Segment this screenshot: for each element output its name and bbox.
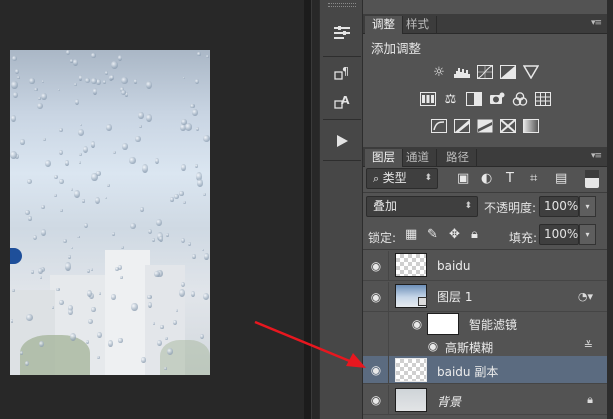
adjustments-title: 添加调整: [371, 41, 422, 56]
lock-label: 锁定:: [368, 231, 397, 245]
layer-lock-icon: 🔒︎: [587, 393, 593, 406]
filter-type-icon[interactable]: T: [506, 171, 514, 186]
filter-kind-label: 类型: [382, 171, 407, 185]
layer-name[interactable]: 图层 1: [437, 288, 472, 305]
canvas-workspace: [0, 0, 304, 419]
lock-position-icon[interactable]: ✥: [449, 227, 460, 242]
blend-mode-value: 叠加: [373, 199, 398, 213]
hue-saturation-icon[interactable]: [419, 90, 437, 108]
brightness-icon[interactable]: ☼: [430, 63, 448, 81]
tab-paths[interactable]: 路径: [439, 149, 477, 167]
smart-filters-row[interactable]: ◉ 智能滤镜: [363, 312, 607, 336]
svg-text:A: A: [341, 94, 350, 107]
opacity-input[interactable]: 100%: [539, 196, 579, 217]
document-canvas[interactable]: [10, 50, 210, 375]
channel-mixer-icon[interactable]: [511, 90, 529, 108]
layer-filter-select[interactable]: ⌕ 类型 ⬍: [366, 168, 438, 189]
svg-text:¶: ¶: [342, 65, 349, 78]
visibility-eye-icon[interactable]: ◉: [409, 317, 425, 331]
lock-pixels-icon[interactable]: ✎: [427, 227, 438, 242]
color-balance-icon[interactable]: ⚖: [442, 90, 460, 108]
adjustments-tabbar: 调整 样式 ▾≡: [363, 14, 607, 34]
curves-icon[interactable]: [476, 63, 494, 81]
photo-filter-icon[interactable]: [488, 90, 506, 108]
adjustment-row-1: ☼: [363, 63, 607, 81]
filter-toggle-switch[interactable]: [585, 170, 599, 188]
tab-layers[interactable]: 图层: [365, 149, 403, 167]
visibility-eye-icon[interactable]: ◉: [368, 290, 384, 304]
opacity-label: 不透明度:: [484, 201, 537, 215]
layer-row-baidu-copy[interactable]: ◉ baidu 副本: [363, 356, 607, 384]
layer-thumbnail: [395, 358, 427, 382]
select-arrow-icon: ⬍: [464, 201, 472, 211]
layer-name[interactable]: baidu: [437, 259, 471, 273]
layer-name[interactable]: baidu 副本: [437, 363, 498, 380]
paragraph-icon[interactable]: ¶: [327, 63, 357, 85]
exposure-icon[interactable]: [499, 63, 517, 81]
filter-adjustment-icon[interactable]: ◐: [481, 171, 492, 186]
character-icon[interactable]: A: [327, 91, 357, 113]
adjustment-row-3: [363, 117, 607, 135]
filter-smart-object-icon[interactable]: ▤: [555, 171, 567, 186]
invert-icon[interactable]: [430, 117, 448, 135]
selective-color-icon[interactable]: [499, 117, 517, 135]
layer-thumbnail: [395, 253, 427, 277]
layer-row-baidu[interactable]: ◉ baidu: [363, 251, 607, 281]
layer-row-background[interactable]: ◉ 背景 🔒︎: [363, 385, 607, 415]
smart-object-badge-icon: [418, 297, 427, 306]
lock-transparent-icon[interactable]: ▦: [405, 227, 417, 242]
visibility-eye-icon[interactable]: ◉: [425, 339, 441, 353]
layer-name[interactable]: 高斯模糊: [445, 339, 493, 356]
smart-filter-indicator-icon[interactable]: ◔▾: [578, 290, 593, 303]
layer-row-layer1[interactable]: ◉ 图层 1 ◔▾: [363, 282, 607, 312]
vibrance-icon[interactable]: [522, 63, 540, 81]
black-white-icon[interactable]: [465, 90, 483, 108]
gradient-map-icon[interactable]: [522, 117, 540, 135]
blend-mode-select[interactable]: 叠加 ⬍: [366, 196, 478, 217]
opacity-dropdown-button[interactable]: ▾: [579, 196, 596, 217]
collapsed-panel-strip: ¶ A: [319, 0, 363, 419]
filter-pixel-icon[interactable]: ▣: [457, 171, 469, 186]
blending-options-icon[interactable]: ≚: [584, 339, 593, 352]
tab-styles[interactable]: 样式: [399, 16, 437, 34]
tab-adjustments[interactable]: 调整: [365, 16, 403, 34]
color-lookup-icon[interactable]: [534, 90, 552, 108]
window-edge: [607, 0, 613, 419]
layer-thumbnail: [395, 388, 427, 412]
visibility-eye-icon[interactable]: ◉: [368, 393, 384, 407]
fill-input[interactable]: 100%: [539, 224, 579, 245]
play-action-icon[interactable]: [327, 130, 357, 152]
visibility-eye-icon[interactable]: ◉: [368, 363, 384, 377]
fill-dropdown-button[interactable]: ▾: [579, 224, 596, 245]
panel-grip[interactable]: [328, 3, 356, 7]
layer-name[interactable]: 背景: [437, 393, 461, 410]
gaussian-blur-row[interactable]: ◉ 高斯模糊 ≚: [363, 336, 607, 356]
filter-search-icon: ⌕: [373, 172, 383, 185]
fill-label: 填充:: [509, 231, 538, 245]
visibility-eye-icon[interactable]: ◉: [368, 259, 384, 273]
tab-channels[interactable]: 通道: [399, 149, 437, 167]
layer-name[interactable]: 智能滤镜: [469, 316, 517, 333]
filter-shape-icon[interactable]: ⌗: [530, 171, 537, 186]
layers-panel-menu-icon[interactable]: ▾≡: [591, 151, 602, 161]
panel-menu-icon[interactable]: ▾≡: [591, 18, 602, 28]
layers-tabbar: 图层 通道 路径 ▾≡: [363, 147, 607, 167]
filter-mask-thumbnail: [427, 313, 459, 335]
panel-divider[interactable]: [304, 0, 312, 419]
right-panels: 调整 样式 ▾≡ 添加调整 ☼ ⚖ 图层 通道 路径 ▾≡ ⌕ 类型 ⬍ ▣ ◐…: [363, 0, 607, 419]
select-arrow-icon: ⬍: [424, 173, 432, 183]
adjustment-row-2: ⚖: [363, 90, 607, 108]
properties-icon[interactable]: [327, 22, 357, 44]
levels-icon[interactable]: [453, 63, 471, 81]
posterize-icon[interactable]: [453, 117, 471, 135]
lock-all-icon[interactable]: 🔒︎: [471, 227, 478, 242]
threshold-icon[interactable]: [476, 117, 494, 135]
